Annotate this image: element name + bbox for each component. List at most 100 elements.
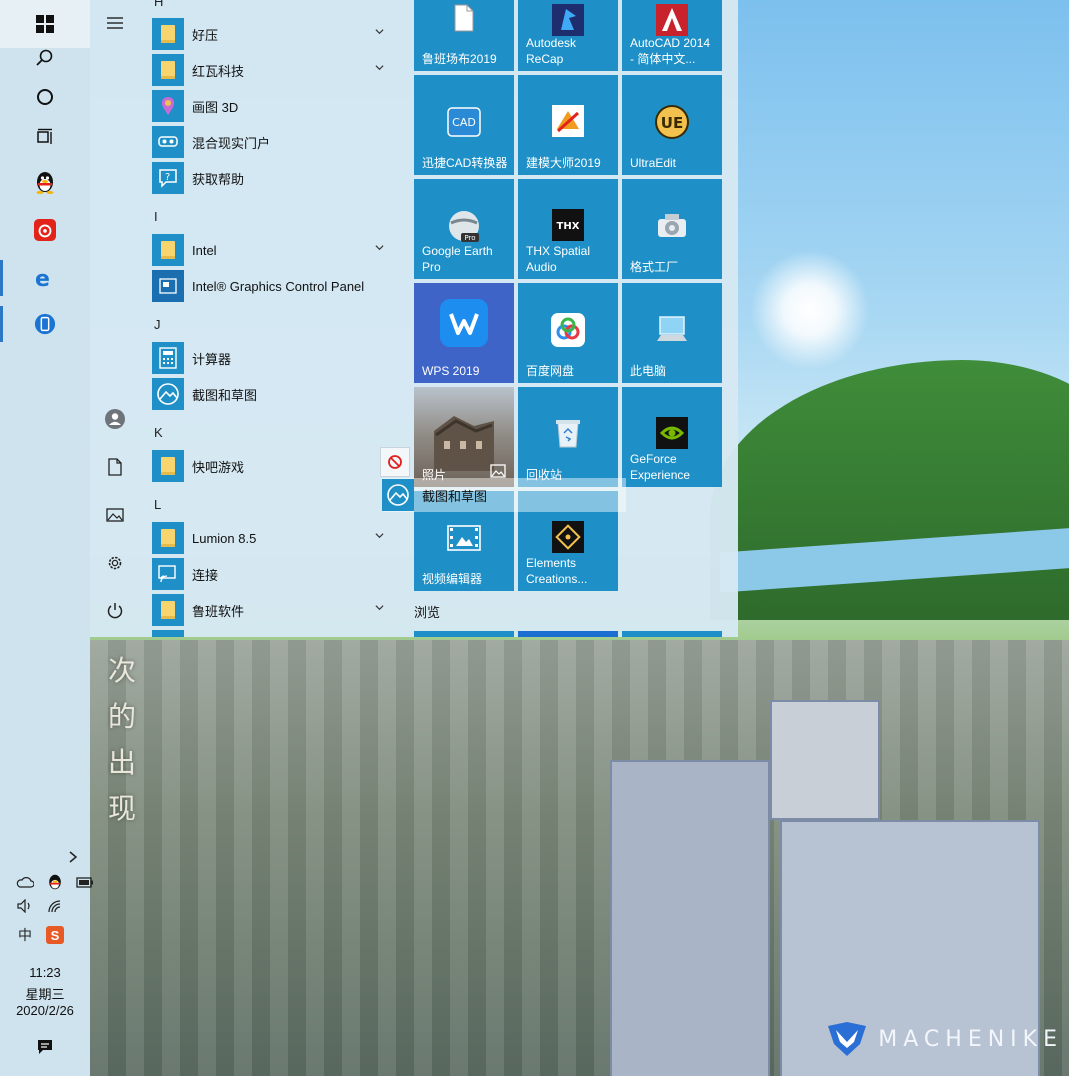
tile-google-earth-pro[interactable]: Pro Google Earth Pro xyxy=(414,179,514,279)
app-item-paint3d[interactable]: 画图 3D xyxy=(152,89,396,123)
tile-xunjie-cad[interactable]: CAD 迅捷CAD转换器 xyxy=(414,75,514,175)
machenike-brand-text: MACHENIKE xyxy=(878,1026,1063,1052)
letter-header-l[interactable]: L xyxy=(154,497,161,512)
app-label: 鲁班软件 xyxy=(192,603,245,619)
pictures-button[interactable] xyxy=(104,506,126,528)
app-item-connect[interactable]: 连接 xyxy=(152,557,396,591)
intel-graphics-icon xyxy=(152,270,184,302)
battery-icon[interactable] xyxy=(76,873,94,891)
sogou-icon[interactable]: S xyxy=(46,926,64,944)
tile-ultraedit[interactable]: UE UltraEdit xyxy=(622,75,722,175)
letter-header-k[interactable]: K xyxy=(154,425,163,440)
app-item-hongwa[interactable]: 红瓦科技 xyxy=(152,53,396,87)
elements-creations-icon xyxy=(552,521,584,553)
folder-icon xyxy=(152,450,184,482)
tile-jianmo-dashi[interactable]: 建模大师2019 xyxy=(518,75,618,175)
app-item-calculator[interactable]: 计算器 xyxy=(152,341,396,375)
letter-header-h[interactable]: H xyxy=(154,0,163,9)
tile-wps-2019[interactable]: WPS 2019 xyxy=(414,283,514,383)
user-account-button[interactable] xyxy=(104,408,126,435)
tile-label: Google Earth Pro xyxy=(422,244,493,274)
chevron-down-icon xyxy=(375,29,384,35)
documents-button[interactable] xyxy=(104,457,126,481)
chevron-down-icon xyxy=(375,245,384,251)
app-item-mixed-reality[interactable]: 混合现实门户 xyxy=(152,125,396,159)
tile-autodesk-recap[interactable]: Autodesk ReCap xyxy=(518,0,618,71)
expand-menu-button[interactable] xyxy=(104,14,126,36)
edge-taskbar-button[interactable]: e xyxy=(0,254,90,302)
app-item-snip-sketch[interactable]: 截图和草图 xyxy=(152,377,396,411)
tile-label: THX Spatial Audio xyxy=(526,244,591,274)
windows-logo-icon xyxy=(34,13,56,35)
power-icon xyxy=(106,602,124,625)
app-item-get-help[interactable]: ? 获取帮助 xyxy=(152,161,396,195)
tile-autocad-2014[interactable]: AutoCAD 2014 - 简体中文... xyxy=(622,0,722,71)
app-item-partial xyxy=(152,629,396,637)
dragged-app-snip-sketch[interactable]: 截图和草图 xyxy=(382,478,626,512)
app-item-luban[interactable]: 鲁班软件 xyxy=(152,593,396,627)
tile-label: 视频编辑器 xyxy=(422,572,483,586)
qq-penguin-icon xyxy=(34,171,56,194)
wps-icon xyxy=(440,299,488,347)
autocad-icon xyxy=(656,4,688,36)
power-button[interactable] xyxy=(104,602,126,624)
clock-time[interactable]: 11:23 xyxy=(0,965,90,980)
format-factory-icon xyxy=(655,211,689,241)
this-pc-icon xyxy=(655,315,689,345)
your-phone-taskbar-button[interactable] xyxy=(0,300,90,348)
wifi-icon[interactable] xyxy=(46,897,64,915)
tile-partial xyxy=(414,631,514,637)
photo-thumbnail-icon xyxy=(424,401,504,471)
wallpaper-sun xyxy=(750,250,870,370)
ime-icon[interactable]: 中 xyxy=(16,926,34,944)
onedrive-cloud-icon[interactable] xyxy=(16,873,34,891)
app-label: 红瓦科技 xyxy=(192,63,245,79)
tile-thx-spatial-audio[interactable]: THX THX Spatial Audio xyxy=(518,179,618,279)
qq-tray-icon[interactable] xyxy=(46,873,64,891)
letter-header-j[interactable]: J xyxy=(154,317,161,332)
calculator-icon xyxy=(152,342,184,374)
action-center-button[interactable] xyxy=(0,1023,90,1071)
google-earth-icon: Pro xyxy=(447,209,481,243)
app-item-haozip[interactable]: 好压 xyxy=(152,17,396,51)
app-label: 混合现实门户 xyxy=(192,135,271,151)
video-editor-icon xyxy=(447,525,481,551)
tile-baidu-netdisk[interactable]: 百度网盘 xyxy=(518,283,618,383)
machenike-logo: MACHENIKE xyxy=(826,1022,1063,1056)
app-list: H 好压 红瓦科技 画图 3D 混合现实门户 ? 获取帮助 I Intel In… xyxy=(152,0,402,637)
letter-header-i[interactable]: I xyxy=(154,209,158,224)
tile-format-factory[interactable]: 格式工厂 xyxy=(622,179,722,279)
tile-this-pc[interactable]: 此电脑 xyxy=(622,283,722,383)
task-view-button[interactable] xyxy=(0,113,90,161)
tile-group-label[interactable]: 浏览 xyxy=(414,602,440,621)
thx-icon: THX xyxy=(552,209,584,241)
app-item-lumion[interactable]: Lumion 8.5 xyxy=(152,521,396,555)
hamburger-icon xyxy=(106,16,124,35)
documents-icon xyxy=(107,457,123,481)
tile-photos[interactable]: 照片 xyxy=(414,387,514,487)
qq-taskbar-button[interactable] xyxy=(0,158,90,206)
tile-geforce-experience[interactable]: GeForce Experience xyxy=(622,387,722,487)
tile-luban-site[interactable]: 鲁班场布2019 xyxy=(414,0,514,71)
drag-ghost-label: 截图和草图 xyxy=(422,488,488,504)
cortana-circle-icon xyxy=(34,86,56,108)
netease-music-taskbar-button[interactable] xyxy=(0,206,90,254)
user-icon xyxy=(104,408,126,435)
clock-date[interactable]: 2020/2/26 xyxy=(0,1003,90,1018)
settings-button[interactable] xyxy=(104,554,126,576)
gear-icon xyxy=(106,554,124,577)
sogou-label: S xyxy=(50,927,60,943)
netease-music-icon xyxy=(34,219,56,241)
volume-icon[interactable] xyxy=(16,897,34,915)
tile-recycle-bin[interactable]: 回收站 xyxy=(518,387,618,487)
thx-badge: THX xyxy=(557,221,580,232)
app-item-intel-graphics[interactable]: Intel® Graphics Control Panel xyxy=(152,269,396,303)
wallpaper-building xyxy=(610,760,770,1076)
clock-weekday[interactable]: 星期三 xyxy=(0,984,90,1003)
tile-label: WPS 2019 xyxy=(422,364,480,378)
app-item-intel[interactable]: Intel xyxy=(152,233,396,267)
tile-partial xyxy=(518,631,618,637)
tray-expand[interactable] xyxy=(64,846,82,868)
app-item-kuaiba[interactable]: 快吧游戏 xyxy=(152,449,396,483)
chevron-down-icon xyxy=(375,65,384,71)
